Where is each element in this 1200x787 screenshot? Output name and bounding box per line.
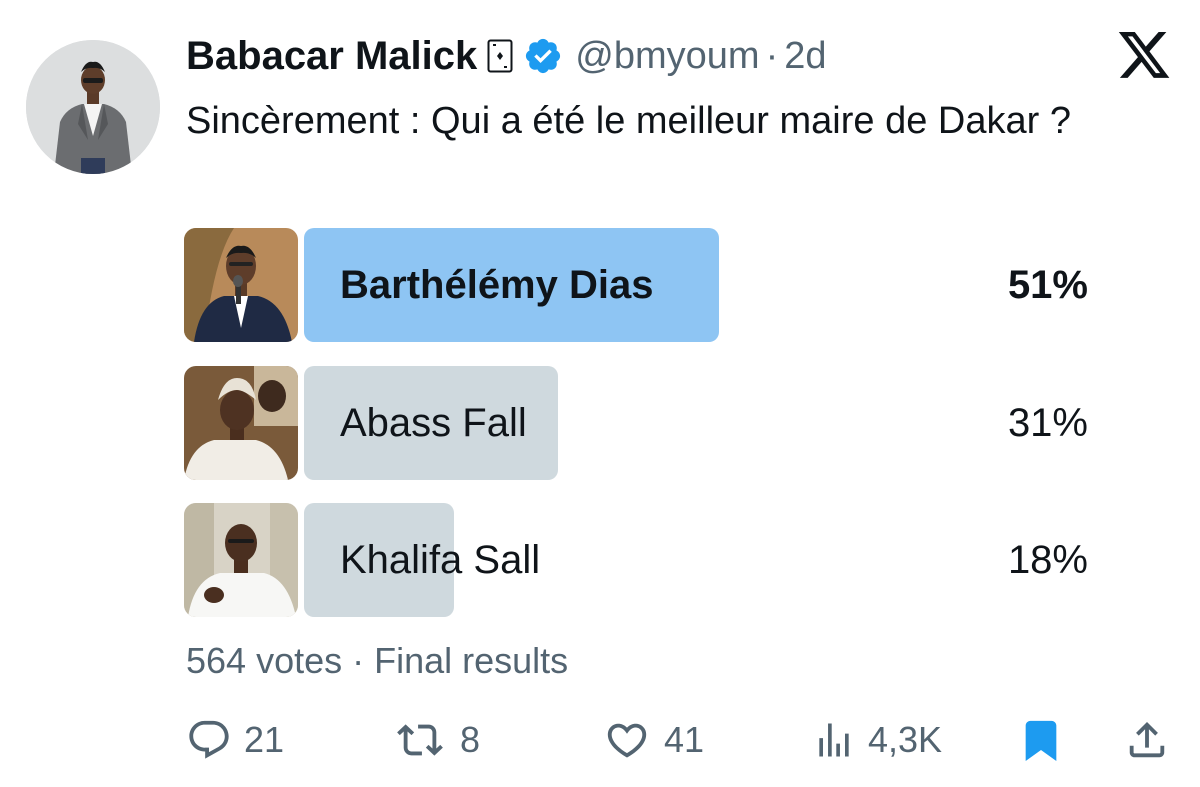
tweet-header: Babacar Malick @bmyoum · 2d [186, 30, 827, 82]
poll-option-image [184, 228, 298, 342]
poll-option-label: Barthélémy Dias [340, 263, 654, 307]
header-separator: · [765, 34, 779, 77]
poll-option-percent: 51% [1007, 263, 1088, 307]
heart-icon [602, 717, 652, 763]
poll-option-image [184, 366, 298, 480]
poll-option: Abass Fall 31% [184, 366, 1088, 480]
poll-option-percent: 18% [1007, 538, 1088, 582]
reply-count: 21 [244, 719, 285, 760]
poll-option-label: Khalifa Sall [340, 538, 541, 582]
reply-icon [186, 717, 232, 763]
views-icon [812, 717, 856, 763]
bookmark-button[interactable] [1018, 712, 1064, 768]
bookmark-icon [1018, 717, 1064, 763]
share-button[interactable] [1124, 712, 1170, 768]
author-handle[interactable]: @bmyoum [575, 35, 759, 78]
x-logo-icon[interactable] [1118, 32, 1172, 80]
poll-option-image [184, 503, 298, 617]
poll-option-label: Abass Fall [340, 401, 527, 445]
like-button[interactable]: 41 [602, 712, 704, 768]
repost-count: 8 [460, 719, 481, 760]
playing-card-emoji-icon [487, 39, 513, 73]
tweet: Babacar Malick @bmyoum · 2d Sincèrement … [0, 0, 1200, 787]
views-count: 4,3K [868, 719, 943, 760]
tweet-text: Sincèrement : Qui a été le meilleur mair… [186, 100, 1071, 142]
like-count: 41 [664, 719, 705, 760]
verified-badge-icon [523, 36, 563, 76]
poll-option-percent: 31% [1007, 401, 1088, 445]
avatar[interactable] [26, 40, 160, 174]
poll-results-meta: 564 votes · Final results [186, 640, 569, 681]
views-button[interactable]: 4,3K [812, 712, 942, 768]
repost-icon [392, 717, 448, 763]
tweet-timestamp[interactable]: 2d [784, 35, 826, 78]
poll-option: Barthélémy Dias 51% [184, 228, 1088, 342]
author-display-name[interactable]: Babacar Malick [186, 34, 477, 79]
share-icon [1124, 717, 1170, 763]
reply-button[interactable]: 21 [186, 712, 284, 768]
repost-button[interactable]: 8 [392, 712, 480, 768]
poll-option: Khalifa Sall 18% [184, 503, 1088, 617]
